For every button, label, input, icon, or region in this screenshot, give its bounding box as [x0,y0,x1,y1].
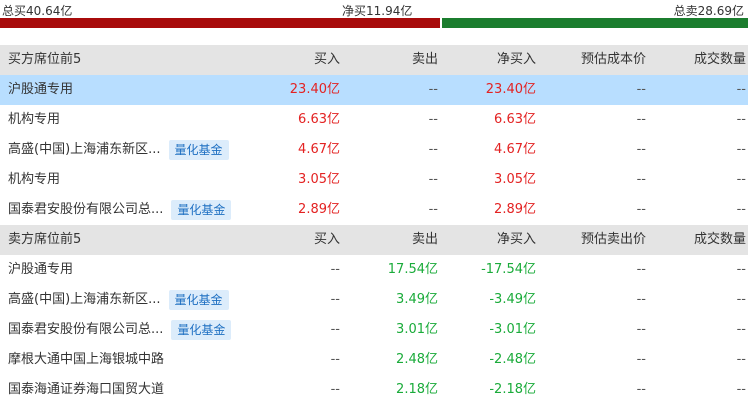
header-net[interactable]: 净买入 [438,45,536,75]
quant-fund-badge[interactable]: 量化基金 [171,200,232,220]
header-qty[interactable]: 成交数量 [646,45,748,75]
seat-name[interactable]: 国泰君安股份有限公司总... [8,315,163,345]
price-cell: -- [636,262,646,277]
header-buy[interactable]: 买入 [240,225,340,255]
sell-amount-cell: -- [428,172,438,187]
header-seat: 买方席位前5 [8,52,82,67]
buy-amount-cell: -- [330,292,340,307]
seat-name[interactable]: 高盛(中国)上海浦东新区... [8,135,161,165]
buy-amount-cell: 23.40亿 [289,82,340,97]
quant-fund-badge[interactable]: 量化基金 [168,290,229,310]
qty-cell: -- [736,262,746,277]
seat-cell: 国泰君安股份有限公司总... 量化基金 [0,195,240,225]
seat-name[interactable]: 沪股通专用 [8,75,73,105]
price-cell: -- [636,292,646,307]
net-buy-cell: -3.01亿 [489,322,536,337]
net-buy-label: 净买11.94亿 [342,4,413,18]
seat-name[interactable]: 国泰君安股份有限公司总... [8,195,163,225]
header-seat: 卖方席位前5 [8,232,82,247]
buy-amount-cell: 2.89亿 [298,202,340,217]
sell-amount-cell: 17.54亿 [387,262,438,277]
qty-cell: -- [736,142,746,157]
price-cell: -- [636,352,646,367]
buy-ratio-fill [0,18,440,28]
total-sell-label: 总卖28.69亿 [673,4,744,18]
sell-ratio-fill [442,18,748,28]
sell-amount-cell: 3.49亿 [396,292,438,307]
net-buy-cell: 4.67亿 [494,142,536,157]
price-cell: -- [636,202,646,217]
quant-fund-badge[interactable]: 量化基金 [171,320,232,340]
table-row[interactable]: 沪股通专用 -- 17.54亿 -17.54亿 -- -- [0,255,748,285]
net-buy-cell: 2.89亿 [494,202,536,217]
qty-cell: -- [736,112,746,127]
header-buy[interactable]: 买入 [240,45,340,75]
table-row[interactable]: 高盛(中国)上海浦东新区... 量化基金 4.67亿 -- 4.67亿 -- -- [0,135,748,165]
sell-amount-cell: -- [428,202,438,217]
buy-amount-cell: -- [330,262,340,277]
header-net[interactable]: 净买入 [438,225,536,255]
seat-name[interactable]: 摩根大通中国上海银城中路 [8,345,164,375]
seat-cell: 沪股通专用 [0,255,240,285]
qty-cell: -- [736,202,746,217]
seat-name[interactable]: 机构专用 [8,105,60,135]
net-buy-cell: 23.40亿 [485,82,536,97]
sell-amount-cell: 3.01亿 [396,322,438,337]
seat-cell: 高盛(中国)上海浦东新区... 量化基金 [0,135,240,165]
price-cell: -- [636,112,646,127]
header-qty[interactable]: 成交数量 [646,225,748,255]
header-sell[interactable]: 卖出 [340,45,438,75]
price-cell: -- [636,142,646,157]
price-cell: -- [636,322,646,337]
table-row[interactable]: 机构专用 3.05亿 -- 3.05亿 -- -- [0,165,748,195]
qty-cell: -- [736,172,746,187]
summary-bar: 总买40.64亿 净买11.94亿 总卖28.69亿 [0,0,748,18]
table-row[interactable]: 高盛(中国)上海浦东新区... 量化基金 -- 3.49亿 -3.49亿 -- -- [0,285,748,315]
seat-name[interactable]: 机构专用 [8,165,60,195]
table-row[interactable]: 国泰君安股份有限公司总... 量化基金 2.89亿 -- 2.89亿 -- -- [0,195,748,225]
seat-cell: 摩根大通中国上海银城中路 [0,345,240,375]
qty-cell: -- [736,352,746,367]
price-cell: -- [636,82,646,97]
qty-cell: -- [736,322,746,337]
header-price[interactable]: 预估成本价 [536,45,646,75]
price-cell: -- [636,172,646,187]
table-row[interactable]: 沪股通专用 23.40亿 -- 23.40亿 -- -- [0,75,748,105]
buy-amount-cell: -- [330,322,340,337]
buy-amount-cell: -- [330,352,340,367]
seat-table: 买方席位前5 买入 卖出 净买入 预估成本价 成交数量 沪股通专用 23.40亿 -… [0,45,748,405]
net-buy-cell: 6.63亿 [494,112,536,127]
seat-cell: 沪股通专用 [0,75,240,105]
qty-cell: -- [736,82,746,97]
seat-cell: 机构专用 [0,105,240,135]
qty-cell: -- [736,292,746,307]
table-row[interactable]: 国泰君安股份有限公司总... 量化基金 -- 3.01亿 -3.01亿 -- -- [0,315,748,345]
seat-cell: 高盛(中国)上海浦东新区... 量化基金 [0,285,240,315]
net-buy-cell: -2.48亿 [489,352,536,367]
sell-amount-cell: -- [428,82,438,97]
seat-name[interactable]: 沪股通专用 [8,255,73,285]
net-buy-cell: 3.05亿 [494,172,536,187]
header-sell[interactable]: 卖出 [340,225,438,255]
sell-amount-cell: -- [428,142,438,157]
seat-name[interactable]: 高盛(中国)上海浦东新区... [8,285,161,315]
buy-amount-cell: 6.63亿 [298,112,340,127]
seat-cell: 机构专用 [0,165,240,195]
buy-amount-cell: 4.67亿 [298,142,340,157]
net-buy-cell: -3.49亿 [489,292,536,307]
sell-amount-cell: -- [428,112,438,127]
table-row[interactable]: 摩根大通中国上海银城中路 -- 2.48亿 -2.48亿 -- -- [0,345,748,375]
sell-amount-cell: 2.48亿 [396,352,438,367]
quant-fund-badge[interactable]: 量化基金 [168,140,229,160]
table-row[interactable]: 机构专用 6.63亿 -- 6.63亿 -- -- [0,105,748,135]
buy-sell-ratio-bar [0,18,748,28]
buy-section-header: 买方席位前5 买入 卖出 净买入 预估成本价 成交数量 [0,45,748,75]
header-price[interactable]: 预估卖出价 [536,225,646,255]
seat-cell: 国泰君安股份有限公司总... 量化基金 [0,315,240,345]
sell-section-header: 卖方席位前5 买入 卖出 净买入 预估卖出价 成交数量 [0,225,748,255]
total-buy-label: 总买40.64亿 [2,4,73,18]
buy-amount-cell: 3.05亿 [298,172,340,187]
net-buy-cell: -17.54亿 [481,262,536,277]
